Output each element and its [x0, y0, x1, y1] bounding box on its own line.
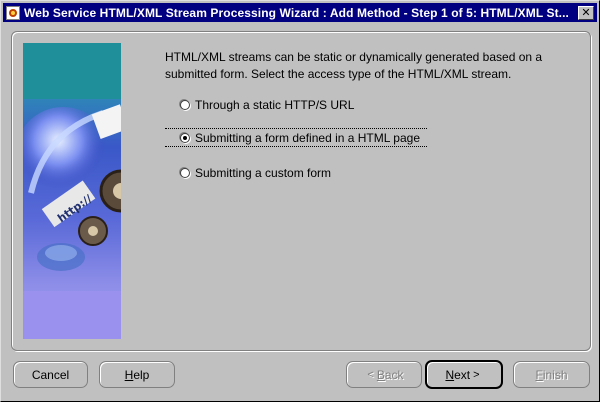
wizard-banner-image: http:// — [23, 43, 121, 339]
option-custom-form[interactable]: Submitting a custom form — [177, 164, 331, 182]
help-label: elp — [133, 367, 150, 382]
finish-label: inish — [542, 367, 568, 382]
finish-mnemonic: F — [535, 367, 543, 382]
option-label: Through a static HTTP/S URL — [195, 98, 355, 112]
back-label: ack — [384, 367, 404, 382]
next-label: ext — [454, 367, 471, 382]
option-label: Submitting a form defined in a HTML page — [195, 131, 421, 145]
radio-icon[interactable] — [180, 168, 190, 178]
radio-icon[interactable] — [180, 133, 190, 143]
cancel-label: Cancel — [31, 367, 70, 382]
window-title: Web Service HTML/XML Stream Processing W… — [24, 5, 569, 20]
option-label: Submitting a custom form — [195, 166, 332, 180]
next-mnemonic: N — [445, 367, 455, 382]
finish-button[interactable]: Finish — [513, 361, 590, 388]
help-mnemonic: H — [124, 367, 134, 382]
cancel-button[interactable]: Cancel — [13, 361, 88, 388]
intro-text: HTML/XML streams can be static or dynami… — [165, 50, 543, 81]
back-mnemonic: B — [376, 367, 385, 382]
radio-icon[interactable] — [180, 100, 190, 110]
help-button[interactable]: Help — [99, 361, 175, 388]
back-button[interactable]: < Back — [346, 361, 422, 388]
app-icon[interactable] — [6, 5, 20, 20]
title-bar[interactable]: Web Service HTML/XML Stream Processing W… — [3, 3, 597, 22]
next-arrow-icon: > — [473, 368, 480, 381]
back-arrow-icon: < — [367, 368, 374, 381]
close-icon[interactable]: ✕ — [578, 5, 594, 20]
wizard-window: Web Service HTML/XML Stream Processing W… — [0, 0, 600, 402]
option-static-url[interactable]: Through a static HTTP/S URL — [177, 96, 354, 114]
next-button[interactable]: Next > — [425, 360, 503, 389]
option-html-form[interactable]: Submitting a form defined in a HTML page — [177, 129, 420, 147]
